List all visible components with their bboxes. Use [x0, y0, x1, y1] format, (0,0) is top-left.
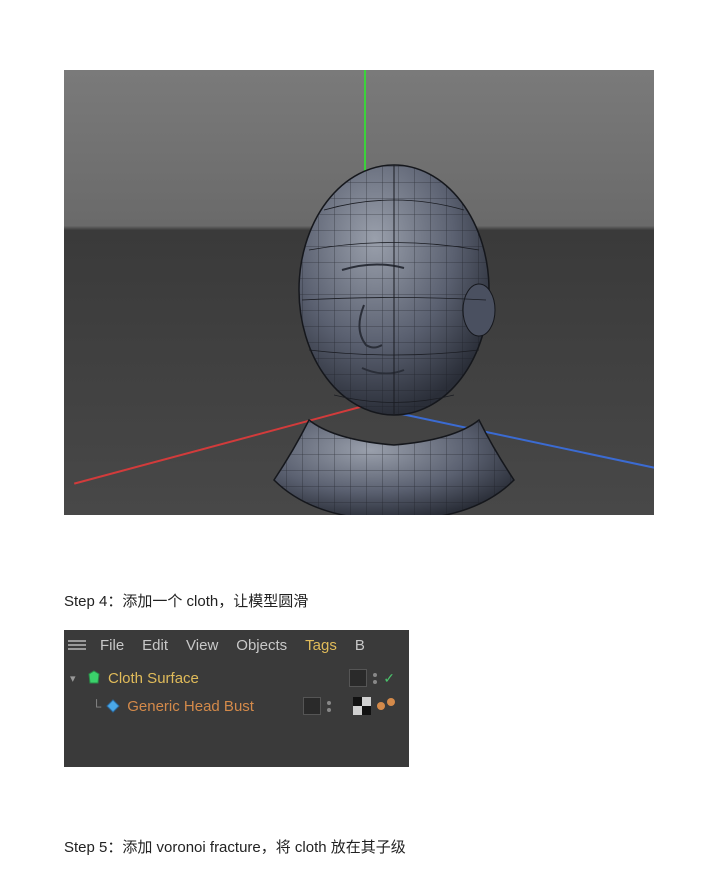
menu-view[interactable]: View [178, 637, 226, 654]
tree-branch-icon: └ [92, 699, 101, 714]
tree-row-cloth-surface[interactable]: ▾ Cloth Surface ✓ [70, 664, 403, 692]
visibility-dots-icon[interactable] [327, 701, 331, 712]
tree-row-head-bust[interactable]: └ Generic Head Bust [70, 692, 403, 720]
cloth-surface-icon [86, 670, 102, 686]
step-4-text: Step 4：添加一个 cloth，让模型圆滑 [64, 590, 308, 611]
head-bust-model [254, 150, 534, 515]
panel-menubar: File Edit View Objects Tags B [64, 630, 409, 660]
visibility-dots-icon[interactable] [373, 673, 377, 684]
tree-label-head-bust: Generic Head Bust [127, 698, 254, 715]
menu-tags[interactable]: Tags [297, 637, 345, 654]
panel-menu-icon[interactable] [68, 640, 86, 650]
menu-edit[interactable]: Edit [134, 637, 176, 654]
uv-tag-icon[interactable] [353, 697, 371, 715]
tree-label-cloth-surface: Cloth Surface [108, 670, 199, 687]
phong-tag-icon[interactable] [387, 698, 395, 706]
layer-tag-icon[interactable] [349, 669, 367, 687]
polygon-object-icon [105, 698, 121, 714]
phong-tag-icon[interactable] [377, 702, 385, 710]
expand-icon[interactable]: ▾ [70, 672, 80, 685]
step-5-text: Step 5：添加 voronoi fracture，将 cloth 放在其子级 [64, 836, 406, 857]
viewport-3d [64, 70, 654, 515]
object-tree: ▾ Cloth Surface ✓ └ Generic Head Bust [64, 660, 409, 724]
enabled-check-icon[interactable]: ✓ [383, 670, 395, 687]
menu-overflow[interactable]: B [347, 637, 373, 654]
menu-objects[interactable]: Objects [228, 637, 295, 654]
layer-tag-icon[interactable] [303, 697, 321, 715]
object-manager-panel: File Edit View Objects Tags B ▾ Cloth Su… [64, 630, 409, 767]
menu-file[interactable]: File [92, 637, 132, 654]
